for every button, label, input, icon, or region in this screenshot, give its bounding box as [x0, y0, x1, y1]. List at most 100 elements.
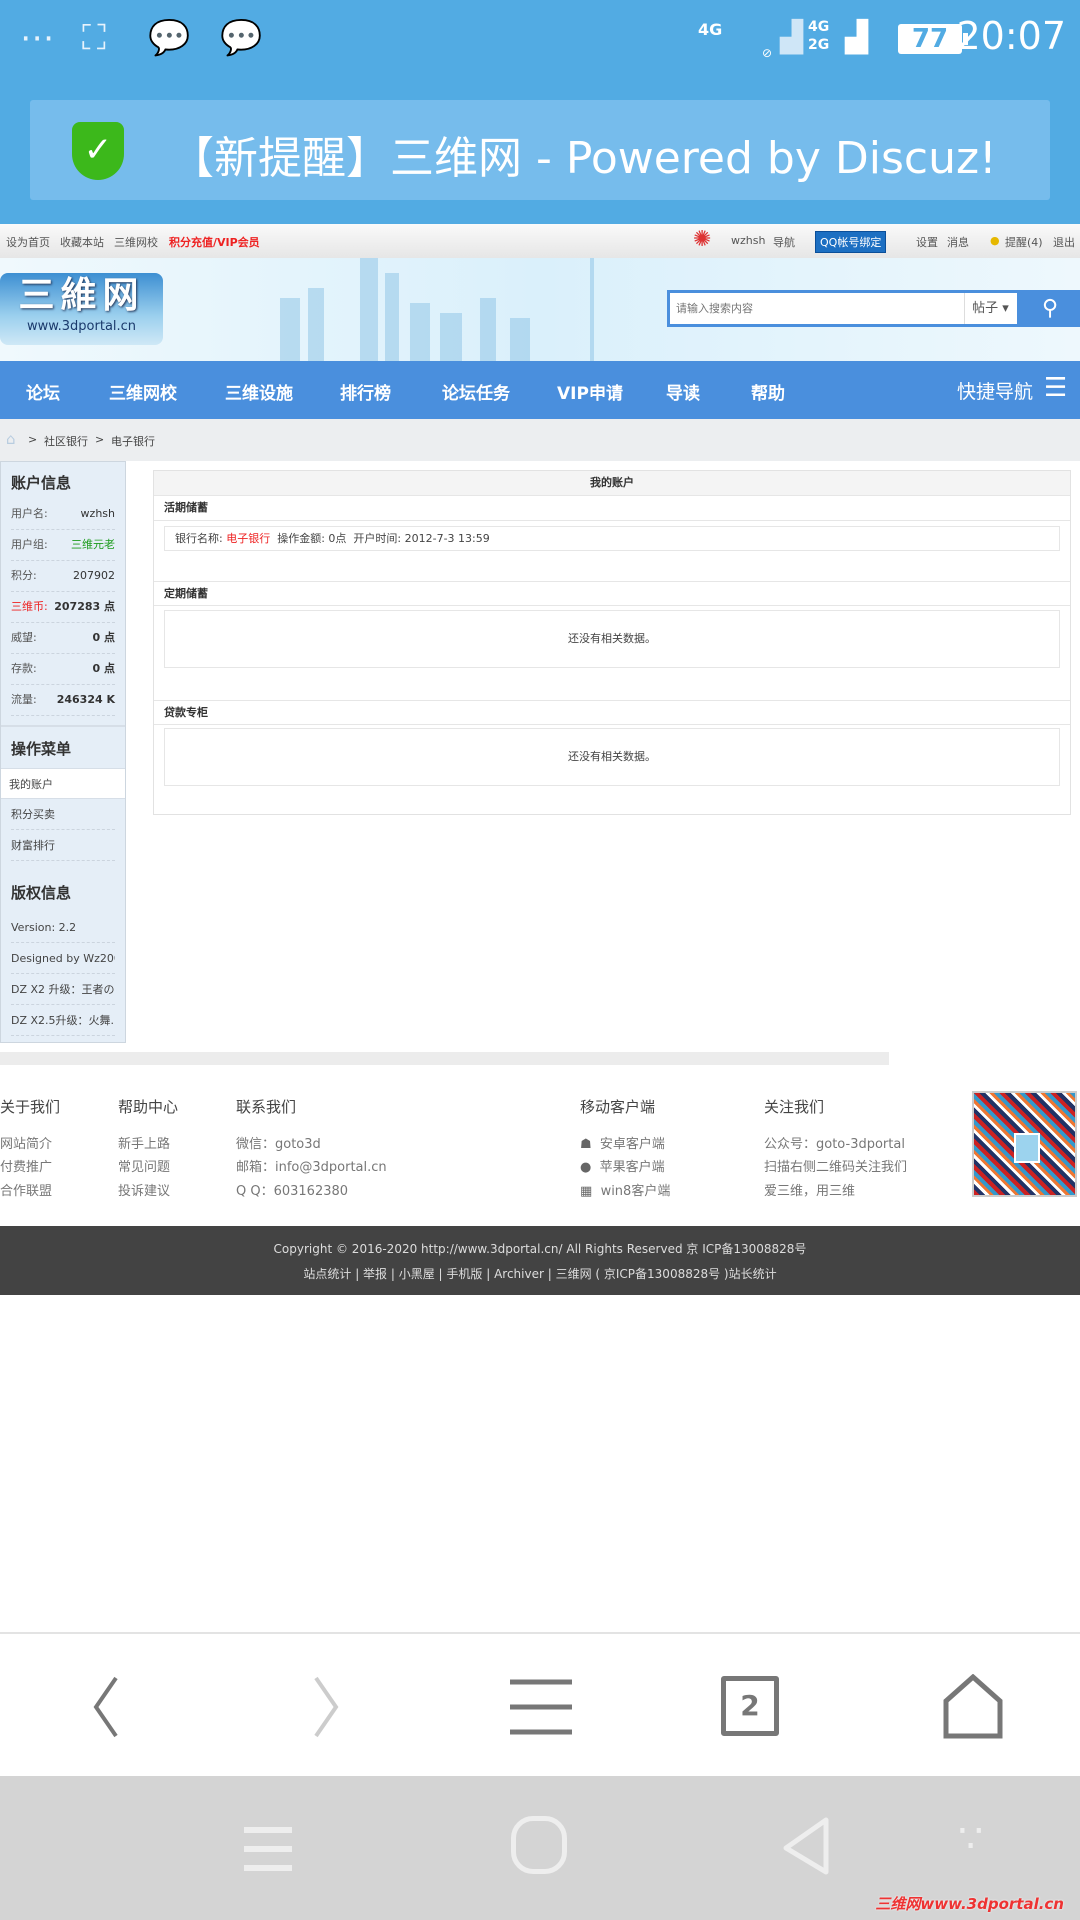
current-savings-heading: 活期储蓄: [154, 496, 1070, 521]
info-key: 用户名:: [11, 507, 48, 520]
username-link[interactable]: wzhsh: [731, 234, 765, 247]
browser-toolbar: 2: [0, 1632, 1080, 1776]
home-nav-icon[interactable]: [511, 1816, 567, 1874]
tabs-button[interactable]: 2: [721, 1676, 779, 1736]
menu-points-trade[interactable]: 积分买卖: [11, 799, 115, 830]
info-key: 存款:: [11, 662, 37, 675]
breadcrumb-community-bank[interactable]: 社区银行: [44, 433, 88, 449]
panel-title: 我的账户: [154, 471, 1070, 496]
nav-vip[interactable]: VIP申请: [557, 379, 623, 404]
breadcrumb-sep: >: [28, 433, 38, 446]
user-avatar[interactable]: ✺: [693, 227, 711, 252]
qq-bind-button[interactable]: QQ帐号绑定: [815, 231, 887, 253]
footer-link[interactable]: 合作联盟: [0, 1180, 52, 1199]
nav-forum[interactable]: 论坛: [26, 379, 60, 404]
info-key: 威望:: [11, 631, 37, 644]
fixed-savings-empty: 还没有相关数据。: [164, 610, 1060, 668]
recent-apps-icon[interactable]: [240, 1824, 296, 1874]
bank-name[interactable]: 电子银行: [226, 532, 270, 545]
breadcrumb-ebank[interactable]: 电子银行: [111, 433, 155, 449]
menu-wealth-ranking[interactable]: 财富排行: [11, 830, 115, 861]
footer-links[interactable]: 站点统计 | 举报 | 小黑屋 | 手机版 | Archiver | 三维网 (…: [0, 1265, 1080, 1282]
loan-empty: 还没有相关数据。: [164, 728, 1060, 786]
back-nav-icon[interactable]: [780, 1816, 832, 1876]
breadcrumb: ⌂ > 社区银行 > 电子银行: [0, 419, 1080, 461]
apple-icon: ●: [580, 1160, 592, 1175]
footer-contact-item: Q Q：603162380: [236, 1184, 349, 1199]
info-value: 0 点: [92, 631, 115, 644]
bookmark-link[interactable]: 收藏本站: [60, 234, 104, 250]
footer-follow-heading: 关注我们: [764, 1098, 825, 1116]
copyright-text: Copyright © 2016-2020 http://www.3dporta…: [273, 1242, 807, 1256]
nav-guide[interactable]: 导读: [666, 379, 700, 404]
menu-icon[interactable]: [506, 1674, 576, 1740]
top-toolbar: 设为首页 收藏本站 三维网校 积分充值/VIP会员 ✺ wzhsh 导航 QQ帐…: [0, 224, 1080, 258]
more-dots-icon[interactable]: ∵: [958, 1816, 983, 1862]
set-homepage-link[interactable]: 设为首页: [6, 234, 50, 250]
footer-link[interactable]: 投诉建议: [118, 1180, 170, 1199]
footer-contact-heading: 联系我们: [236, 1098, 297, 1116]
nav-help[interactable]: 帮助: [751, 379, 785, 404]
copyright-heading: 版权信息: [11, 884, 72, 902]
network-4g-label: 4G: [698, 20, 723, 39]
search-type-label: 帖子: [972, 301, 999, 316]
ios-client-link[interactable]: ● 苹果客户端: [580, 1156, 665, 1175]
vip-link[interactable]: 积分充值/VIP会员: [169, 234, 260, 250]
footer-contact-item: 微信：goto3d: [236, 1137, 321, 1152]
search-button[interactable]: ⚲: [1017, 290, 1080, 327]
messages-dropdown[interactable]: 消息: [947, 234, 969, 250]
main-nav: 论坛 三维网校 三维设施 排行榜 论坛任务 VIP申请 导读 帮助 快捷导航 ☰: [0, 361, 1080, 419]
signal-icon: ▟: [780, 20, 804, 55]
copyright-item: Version: 2.2: [11, 912, 115, 943]
logout-link[interactable]: 退出: [1053, 234, 1075, 250]
search-bar: 帖子 ▾ ⚲: [667, 290, 1080, 327]
nav-school[interactable]: 三维网校: [109, 379, 177, 404]
info-value: 三维元老: [71, 538, 115, 551]
footer-mobile-heading: 移动客户端: [580, 1098, 656, 1116]
signal-icon-2: ▟: [845, 20, 869, 55]
quick-nav-button[interactable]: 快捷导航: [957, 377, 1033, 404]
footer-link[interactable]: 网站简介: [0, 1133, 52, 1152]
nav-dropdown[interactable]: 导航: [773, 234, 795, 250]
nav-tasks[interactable]: 论坛任务: [442, 379, 510, 404]
shield-check-icon: ✓: [72, 122, 124, 180]
list-icon[interactable]: ☰: [1044, 373, 1067, 403]
home-icon[interactable]: [938, 1674, 1008, 1740]
menu-my-account[interactable]: 我的账户: [1, 768, 125, 799]
copyright-footer: Copyright © 2016-2020 http://www.3dporta…: [0, 1226, 1080, 1295]
footer-help-heading: 帮助中心: [118, 1098, 179, 1116]
nav-ranking[interactable]: 排行榜: [340, 379, 391, 404]
notification-banner[interactable]: ✓ 【新提醒】三维网 - Powered by Discuz!: [30, 100, 1050, 200]
search-input[interactable]: [676, 297, 966, 321]
operation-menu-heading: 操作菜单: [11, 740, 72, 758]
footer-link[interactable]: 新手上路: [118, 1133, 170, 1152]
info-value: 0 点: [92, 662, 115, 675]
skyline-decoration: [280, 258, 594, 361]
copyright-item: DZ X2 升级：王者の...: [11, 974, 115, 1005]
win8-client-link[interactable]: ▦ win8客户端: [580, 1180, 670, 1199]
battery-indicator: 77: [898, 24, 968, 54]
settings-link[interactable]: 设置: [916, 234, 938, 250]
bank-label: 银行名称:: [175, 532, 223, 545]
android-client-link[interactable]: ☗ 安卓客户端: [580, 1133, 665, 1152]
back-icon[interactable]: [72, 1674, 142, 1740]
horizontal-scrollbar[interactable]: [0, 1052, 889, 1065]
site-logo[interactable]: 三維网 www.3dportal.cn: [0, 273, 163, 345]
info-row: 存款: 0 点: [11, 654, 115, 685]
android-icon: ☗: [580, 1137, 592, 1152]
home-icon[interactable]: ⌂: [6, 430, 16, 448]
remind-link[interactable]: 提醒(4): [1005, 234, 1043, 250]
screenshot-icon: ⛶: [82, 18, 106, 58]
info-key: 用户组:: [11, 538, 48, 551]
footer-link[interactable]: 付费推广: [0, 1156, 52, 1175]
notification-text: 【新提醒】三维网 - Powered by Discuz!: [170, 133, 997, 184]
nav-facilities[interactable]: 三维设施: [225, 379, 293, 404]
search-type-select[interactable]: 帖子 ▾: [964, 293, 1016, 324]
forward-icon[interactable]: [290, 1674, 360, 1740]
qr-code-image: [972, 1091, 1077, 1197]
search-icon: ⚲: [1041, 296, 1059, 321]
school-link[interactable]: 三维网校: [114, 234, 158, 250]
footer-link[interactable]: 常见问题: [118, 1156, 170, 1175]
wechat-icon-2: 💬: [220, 18, 263, 58]
footer-link-label: win8客户端: [600, 1184, 671, 1199]
